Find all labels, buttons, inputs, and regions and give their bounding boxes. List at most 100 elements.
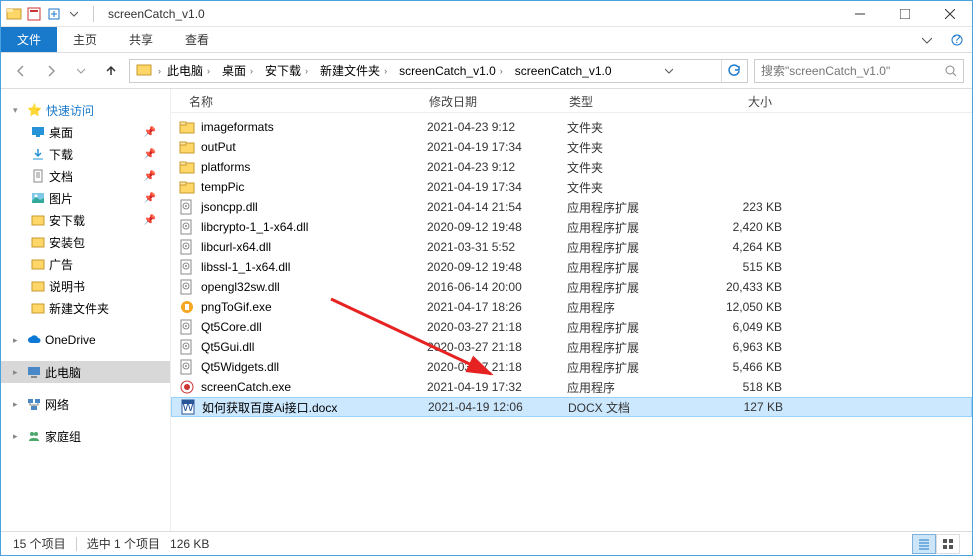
nav-back-icon[interactable] [9,59,33,83]
tree-folder[interactable]: 安下载📌 [13,209,170,231]
file-row[interactable]: libcrypto-1_1-x64.dll2020-09-12 19:48应用程… [171,217,972,237]
file-date: 2021-04-19 12:06 [428,400,568,414]
tree-folder[interactable]: 广告 [13,253,170,275]
breadcrumb-item[interactable]: screenCatch_v1.0 [509,62,618,80]
file-row[interactable]: Qt5Core.dll2020-03-27 21:18应用程序扩展6,049 K… [171,317,972,337]
view-toggles [912,534,960,554]
file-date: 2016-06-14 20:00 [427,280,567,294]
qat-new-icon[interactable] [45,5,63,23]
file-name: Qt5Gui.dll [201,340,427,354]
breadcrumb-item[interactable]: screenCatch_v1.0› [393,62,509,80]
ribbon-help-icon[interactable]: ? [942,27,972,52]
search-input[interactable] [761,61,945,81]
file-row[interactable]: W如何获取百度Ai接口.docx2021-04-19 12:06DOCX 文档1… [171,397,972,417]
breadcrumb-item[interactable]: 桌面› [216,60,259,81]
breadcrumb-dropdown-icon[interactable] [657,59,681,83]
nav-bar: › 此电脑› 桌面› 安下载› 新建文件夹› screenCatch_v1.0›… [1,53,972,89]
status-size: 126 KB [170,537,209,551]
file-row[interactable]: opengl32sw.dll2016-06-14 20:00应用程序扩展20,4… [171,277,972,297]
breadcrumb-item[interactable]: 此电脑› [161,60,216,81]
folder-icon [31,213,45,227]
breadcrumb[interactable]: › 此电脑› 桌面› 安下载› 新建文件夹› screenCatch_v1.0›… [129,59,748,83]
pin-icon: 📌 [144,193,156,204]
file-type: 应用程序扩展 [567,339,687,356]
file-list[interactable]: imageformats2021-04-23 9:12文件夹outPut2021… [171,89,972,531]
file-type: 应用程序扩展 [567,219,687,236]
tree-documents[interactable]: 文档📌 [13,165,170,187]
file-row[interactable]: libcurl-x64.dll2021-03-31 5:52应用程序扩展4,26… [171,237,972,257]
breadcrumb-item[interactable]: 新建文件夹› [314,60,393,81]
file-type: 应用程序扩展 [567,199,687,216]
file-date: 2020-03-27 21:18 [427,340,567,354]
file-row[interactable]: jsoncpp.dll2021-04-14 21:54应用程序扩展223 KB [171,197,972,217]
dll-icon [179,219,195,235]
tree-folder[interactable]: 新建文件夹 [13,297,170,319]
file-row[interactable]: tempPic2021-04-19 17:34文件夹 [171,177,972,197]
maximize-button[interactable] [882,1,927,27]
file-row[interactable]: pngToGif.exe2021-04-17 18:26应用程序12,050 K… [171,297,972,317]
nav-forward-icon[interactable] [39,59,63,83]
file-name: imageformats [201,120,427,134]
ribbon-expand-icon[interactable] [912,27,942,52]
tree-folder[interactable]: 说明书 [13,275,170,297]
search-box[interactable] [754,59,964,83]
nav-up-icon[interactable] [99,59,123,83]
homegroup-icon [27,429,41,443]
tree-this-pc[interactable]: ▸此电脑 [1,361,170,383]
file-date: 2020-09-12 19:48 [427,260,567,274]
tab-share[interactable]: 共享 [113,27,169,52]
file-date: 2020-03-27 21:18 [427,360,567,374]
tab-home[interactable]: 主页 [57,27,113,52]
tree-pictures[interactable]: 图片📌 [13,187,170,209]
qat-properties-icon[interactable] [25,5,43,23]
close-button[interactable] [927,1,972,27]
nav-recent-icon[interactable] [69,59,93,83]
folder-icon [179,139,195,155]
tree-onedrive[interactable]: ▸OneDrive [13,329,170,351]
file-row[interactable]: platforms2021-04-23 9:12文件夹 [171,157,972,177]
tree-homegroup[interactable]: ▸家庭组 [13,425,170,447]
file-row[interactable]: Qt5Widgets.dll2020-03-27 21:18应用程序扩展5,46… [171,357,972,377]
tree-network[interactable]: ▸网络 [13,393,170,415]
file-name: platforms [201,160,427,174]
tree-downloads[interactable]: 下载📌 [13,143,170,165]
file-size: 6,963 KB [687,340,782,354]
file-size: 518 KB [687,380,782,394]
document-icon [31,169,45,183]
file-type: 应用程序 [567,379,687,396]
qat-dropdown-icon[interactable] [65,5,83,23]
file-size: 4,264 KB [687,240,782,254]
exe-o-icon [179,299,195,315]
pin-icon: 📌 [144,171,156,182]
tree-desktop[interactable]: 桌面📌 [13,121,170,143]
folder-icon [31,301,45,315]
download-icon [31,147,45,161]
dll-icon [179,199,195,215]
tab-file[interactable]: 文件 [1,27,57,52]
minimize-button[interactable] [837,1,882,27]
file-row[interactable]: imageformats2021-04-23 9:12文件夹 [171,117,972,137]
tree-quick-access[interactable]: ▾⭐快速访问 [13,99,170,121]
file-size: 6,049 KB [687,320,782,334]
status-count: 15 个项目 [13,535,66,552]
tab-view[interactable]: 查看 [169,27,225,52]
window-title: screenCatch_v1.0 [108,7,205,21]
tree-folder[interactable]: 安装包 [13,231,170,253]
file-row[interactable]: Qt5Gui.dll2020-03-27 21:18应用程序扩展6,963 KB [171,337,972,357]
folder-icon [31,235,45,249]
pin-icon: 📌 [144,149,156,160]
refresh-icon[interactable] [721,60,745,82]
exe-r-icon [179,379,195,395]
file-type: 应用程序扩展 [567,359,687,376]
file-row[interactable]: screenCatch.exe2021-04-19 17:32应用程序518 K… [171,377,972,397]
icons-view-button[interactable] [936,534,960,554]
file-name: opengl32sw.dll [201,280,427,294]
breadcrumb-item[interactable]: 安下载› [259,60,314,81]
file-row[interactable]: libssl-1_1-x64.dll2020-09-12 19:48应用程序扩展… [171,257,972,277]
search-icon[interactable] [945,65,957,77]
status-bar: 15 个项目 选中 1 个项目 126 KB [1,531,972,555]
details-view-button[interactable] [912,534,936,554]
file-date: 2020-03-27 21:18 [427,320,567,334]
file-date: 2021-04-19 17:34 [427,180,567,194]
file-row[interactable]: outPut2021-04-19 17:34文件夹 [171,137,972,157]
